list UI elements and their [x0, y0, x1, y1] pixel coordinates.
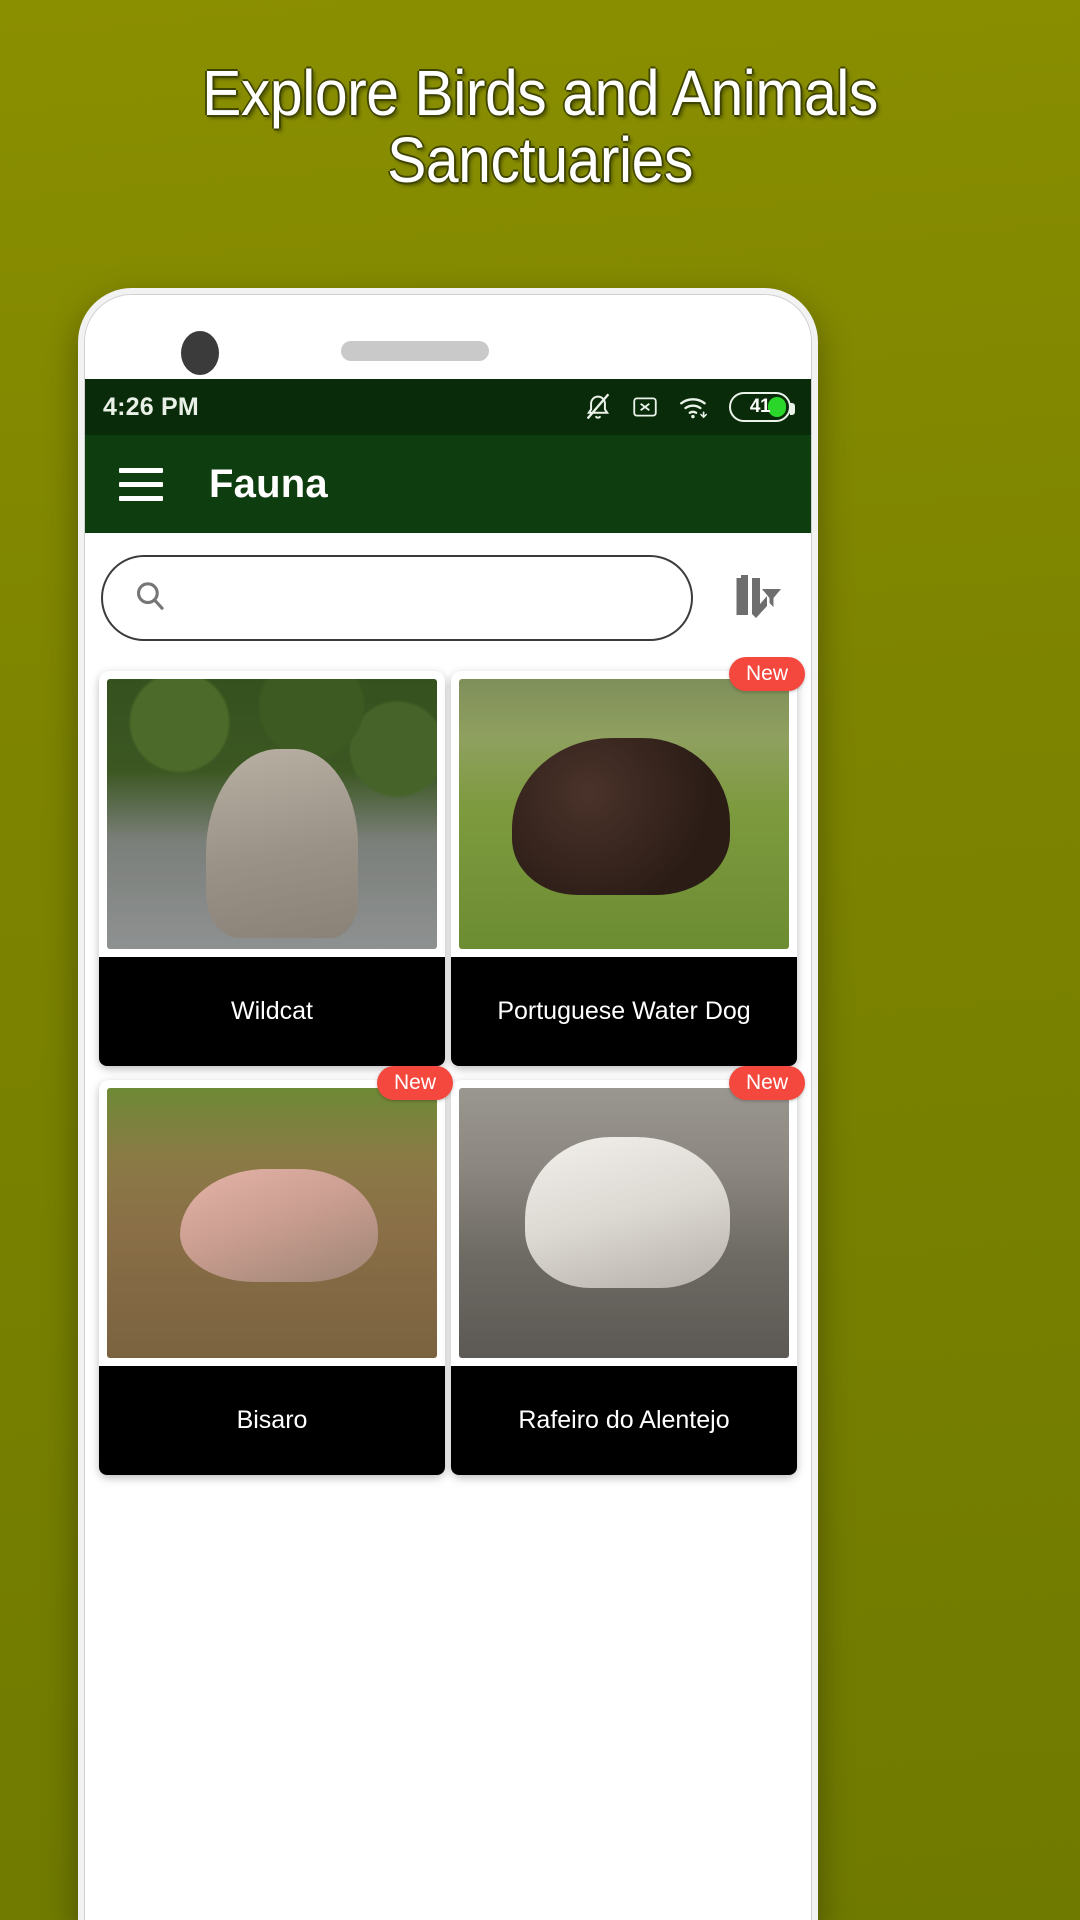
app-bar: Fauna — [85, 435, 811, 533]
promo-headline-line-2: Sanctuaries — [387, 124, 693, 197]
status-badge: New — [728, 1066, 805, 1100]
sort-filter-icon[interactable] — [709, 555, 795, 641]
card-photo — [107, 1088, 437, 1358]
card-photo — [459, 679, 789, 949]
status-bar-icons: 41 — [584, 392, 795, 422]
fauna-card-grid: Wildcat New Portuguese Water Dog New Bis… — [85, 657, 811, 1920]
phone-screen: 4:26 PM 41 Fauna Wildcat New Portuguese … — [84, 294, 812, 1920]
search-input[interactable] — [185, 582, 661, 614]
status-badge: New — [376, 1066, 453, 1100]
hamburger-bar — [119, 495, 163, 501]
card-photo — [459, 1088, 789, 1358]
front-camera-icon — [181, 331, 219, 375]
phone-mockup: 4:26 PM 41 Fauna Wildcat New Portuguese … — [78, 288, 818, 1920]
table-row[interactable]: Wildcat — [99, 671, 445, 1066]
status-badge: New — [728, 657, 805, 691]
card-title: Wildcat — [99, 957, 445, 1066]
hamburger-menu-icon[interactable] — [119, 467, 163, 501]
search-box[interactable] — [101, 555, 693, 641]
app-bar-title: Fauna — [209, 461, 328, 506]
battery-icon: 41 — [729, 392, 795, 422]
card-title: Rafeiro do Alentejo — [451, 1366, 797, 1475]
battery-level-label: 41 — [749, 396, 771, 417]
earpiece-speaker — [341, 341, 489, 361]
search-row — [85, 533, 811, 657]
table-row[interactable]: New Rafeiro do Alentejo — [451, 1066, 805, 1475]
status-bar-time: 4:26 PM — [103, 392, 199, 421]
card-photo — [107, 679, 437, 949]
hamburger-bar — [119, 467, 163, 473]
sim-x-icon — [631, 394, 659, 420]
promo-headline-line-1: Explore Birds and Animals — [202, 57, 878, 129]
promo-headline: Explore Birds and Animals Sanctuaries — [43, 57, 1037, 197]
search-icon — [133, 579, 167, 618]
card-title: Bisaro — [99, 1366, 445, 1475]
rafeiro-do-alentejo-photo — [459, 1088, 789, 1358]
wifi-icon — [678, 393, 710, 421]
wildcat-photo — [107, 679, 437, 949]
table-row[interactable]: New Portuguese Water Dog — [451, 657, 805, 1066]
card-title: Portuguese Water Dog — [451, 957, 797, 1066]
status-bar: 4:26 PM 41 — [85, 379, 811, 435]
table-row[interactable]: New Bisaro — [99, 1066, 453, 1475]
bisaro-photo — [107, 1088, 437, 1358]
phone-bezel-top — [85, 295, 811, 379]
hamburger-bar — [119, 481, 163, 487]
bell-off-icon — [584, 392, 612, 422]
portuguese-water-dog-photo — [459, 679, 789, 949]
